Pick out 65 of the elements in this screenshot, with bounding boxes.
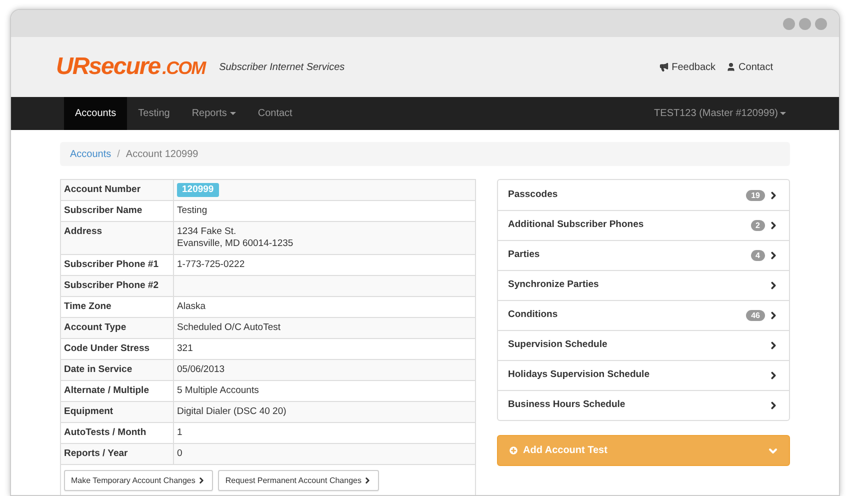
nav-item[interactable]: Testing: [127, 97, 181, 130]
menu-item[interactable]: Conditions 46: [498, 300, 789, 330]
field-value: 1: [177, 427, 184, 439]
menu-item-label: Additional Subscriber Phones: [508, 218, 644, 232]
action-button[interactable]: Make Temporary Account Changes: [64, 470, 214, 491]
menu-item-label: Business Hours Schedule: [508, 398, 626, 412]
field-label: Alternate / Multiple: [61, 381, 174, 401]
field-value: Scheduled O/C AutoTest: [177, 322, 282, 334]
menu-item[interactable]: Synchronize Parties: [498, 270, 789, 300]
chevron-right-icon: [363, 476, 372, 485]
account-number-badge: 120999: [177, 183, 219, 197]
field-label: Time Zone: [61, 297, 174, 317]
menu-item-label: Synchronize Parties: [508, 278, 599, 292]
field-label: Address: [61, 222, 174, 254]
menu-item-label: Conditions: [508, 308, 558, 322]
field-label: Code Under Stress: [61, 339, 174, 359]
chevron-right-icon: [768, 250, 779, 261]
breadcrumb-separator: /: [117, 148, 120, 162]
user-icon: [726, 62, 736, 72]
field-label: AutoTests / Month: [61, 423, 174, 443]
field-label: Subscriber Phone #1: [61, 255, 174, 275]
menu-item[interactable]: Holidays Supervision Schedule: [498, 360, 789, 390]
field-value: Digital Dialer (DSC 40 20): [177, 406, 288, 418]
field-label: Equipment: [61, 402, 174, 422]
caret-icon: [780, 112, 786, 115]
action-button[interactable]: Request Permanent Account Changes: [218, 470, 380, 491]
field-label: Account Type: [61, 318, 174, 338]
header-link[interactable]: Contact: [726, 60, 773, 74]
menu-item-label: Supervision Schedule: [508, 338, 608, 352]
field-label: Account Number: [61, 180, 174, 200]
megaphone-icon: [658, 62, 669, 72]
tagline: Subscriber Internet Services: [219, 60, 345, 74]
user-menu[interactable]: TEST123 (Master #120999): [654, 97, 786, 130]
menu-item[interactable]: Supervision Schedule: [498, 330, 789, 360]
menu-item[interactable]: Passcodes 19: [498, 180, 789, 210]
breadcrumb-item: Account 120999: [126, 148, 198, 162]
menu-item-label: Parties: [508, 248, 540, 262]
field-label: Subscriber Phone #2: [61, 276, 174, 296]
menu-item[interactable]: Additional Subscriber Phones 2: [498, 210, 789, 240]
header-link[interactable]: Feedback: [658, 60, 716, 74]
field-value: Testing: [177, 205, 208, 217]
field-value: 1234 Fake St. Evansville, MD 60014-1235: [177, 226, 294, 250]
field-label: Reports / Year: [61, 444, 174, 464]
field-value: 321: [177, 343, 194, 355]
nav-item[interactable]: Contact: [246, 97, 304, 130]
field-value: 1-773-725-0222: [177, 259, 246, 271]
nav-item[interactable]: Reports: [180, 97, 247, 130]
plus-circle-icon: [508, 445, 519, 456]
count-badge: 19: [746, 190, 765, 200]
menu-item-label: Passcodes: [508, 188, 558, 202]
count-badge: 4: [750, 250, 765, 261]
count-badge: 2: [750, 220, 765, 231]
field-label: Subscriber Name: [61, 201, 174, 221]
menu-item[interactable]: Business Hours Schedule: [498, 390, 789, 420]
field-value: 0: [177, 448, 184, 460]
menu-item-label: Holidays Supervision Schedule: [508, 368, 650, 382]
field-label: Date in Service: [61, 360, 174, 380]
nav-item[interactable]: Accounts: [64, 97, 128, 130]
count-badge: 46: [746, 310, 765, 321]
field-value: Alaska: [177, 301, 207, 313]
field-value: 5 Multiple Accounts: [177, 385, 260, 397]
menu-item[interactable]: Parties 4: [498, 240, 789, 270]
field-value: 05/06/2013: [177, 364, 226, 376]
caret-icon: [230, 112, 236, 115]
chevron-right-icon: [197, 476, 206, 485]
